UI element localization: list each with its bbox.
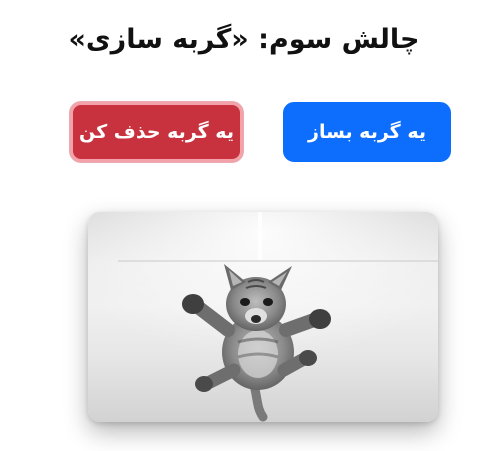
make-cat-button[interactable]: یه گربه بساز	[283, 102, 451, 162]
challenge-page: چالش سوم: «گربه سازی» یه گربه بساز یه گر…	[0, 0, 488, 451]
page-title: چالش سوم: «گربه سازی»	[68, 24, 420, 55]
cat-image	[88, 212, 438, 422]
kitten-illustration	[88, 212, 438, 422]
delete-cat-button[interactable]: یه گربه حذف کن	[70, 102, 243, 162]
